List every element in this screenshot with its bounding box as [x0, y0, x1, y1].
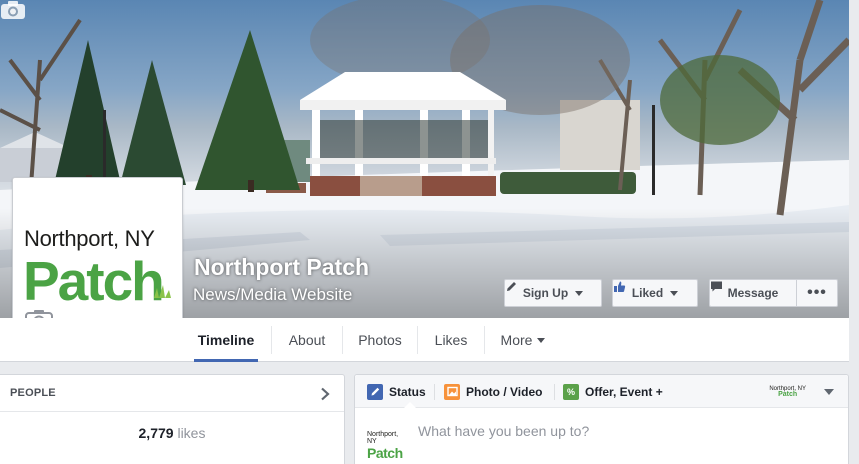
- offer-event-label: Offer, Event +: [585, 384, 663, 399]
- profile-brand-text: Patch: [23, 250, 165, 312]
- page-likes-count[interactable]: 2,779 likes: [0, 425, 344, 441]
- liked-button[interactable]: Liked: [612, 279, 698, 307]
- sign-up-button[interactable]: Sign Up: [504, 279, 602, 307]
- status-label: Status: [389, 384, 426, 399]
- people-header[interactable]: PEOPLE: [0, 375, 344, 412]
- tab-timeline[interactable]: Timeline: [194, 318, 258, 362]
- tab-more[interactable]: More: [485, 318, 561, 362]
- tab-photos[interactable]: Photos: [343, 318, 417, 362]
- speech-bubble-icon: [711, 281, 722, 292]
- likes-number: 2,779: [138, 425, 174, 441]
- post-composer: Status Photo / Video % Offer, Event + No…: [354, 374, 849, 464]
- caret-down-icon[interactable]: [824, 389, 834, 395]
- page-category[interactable]: News/Media Website: [193, 285, 352, 305]
- people-panel: PEOPLE 2,779 likes: [0, 374, 345, 464]
- post-as-brand: Patch: [778, 391, 798, 398]
- status-input[interactable]: What have you been up to?: [418, 423, 589, 439]
- likes-word: likes: [177, 425, 206, 441]
- photo-icon: [444, 383, 460, 400]
- sign-up-label: Sign Up: [522, 286, 569, 300]
- post-as-avatar[interactable]: Northport, NY Patch: [769, 386, 806, 398]
- chevron-right-icon[interactable]: [320, 387, 330, 401]
- composer-avatar-brand: Patch: [367, 445, 403, 461]
- tab-likes[interactable]: Likes: [418, 318, 484, 362]
- people-title: PEOPLE: [10, 387, 56, 399]
- pencil-icon: [507, 282, 516, 291]
- composer-tab-offer-event[interactable]: % Offer, Event +: [563, 375, 663, 408]
- composer-avatar-place: Northport, NY: [367, 431, 399, 445]
- offer-tag-icon: %: [563, 383, 579, 400]
- page-nav-bar: Timeline About Photos Likes More: [0, 318, 849, 362]
- tab-more-label: More: [500, 332, 533, 348]
- message-label: Message: [727, 286, 779, 300]
- composer-tabs: Status Photo / Video % Offer, Event + No…: [355, 375, 848, 409]
- caret-down-icon: [575, 290, 584, 296]
- composer-avatar: Northport, NY Patch: [367, 431, 407, 461]
- pencil-icon: [367, 383, 383, 400]
- thumbs-up-icon: [614, 281, 626, 292]
- more-actions-button[interactable]: •••: [796, 279, 838, 307]
- camera-icon[interactable]: [0, 0, 26, 20]
- message-button[interactable]: Message: [709, 279, 796, 307]
- caret-down-icon: [537, 337, 546, 343]
- caret-down-icon: [670, 290, 679, 296]
- photo-video-label: Photo / Video: [466, 384, 543, 399]
- composer-tab-photo-video[interactable]: Photo / Video: [444, 375, 542, 408]
- page-title[interactable]: Northport Patch: [194, 254, 369, 281]
- tab-about[interactable]: About: [272, 318, 342, 362]
- grass-icon: [154, 285, 171, 298]
- svg-text:%: %: [567, 387, 575, 397]
- composer-tab-status[interactable]: Status: [367, 375, 426, 409]
- liked-label: Liked: [631, 286, 664, 300]
